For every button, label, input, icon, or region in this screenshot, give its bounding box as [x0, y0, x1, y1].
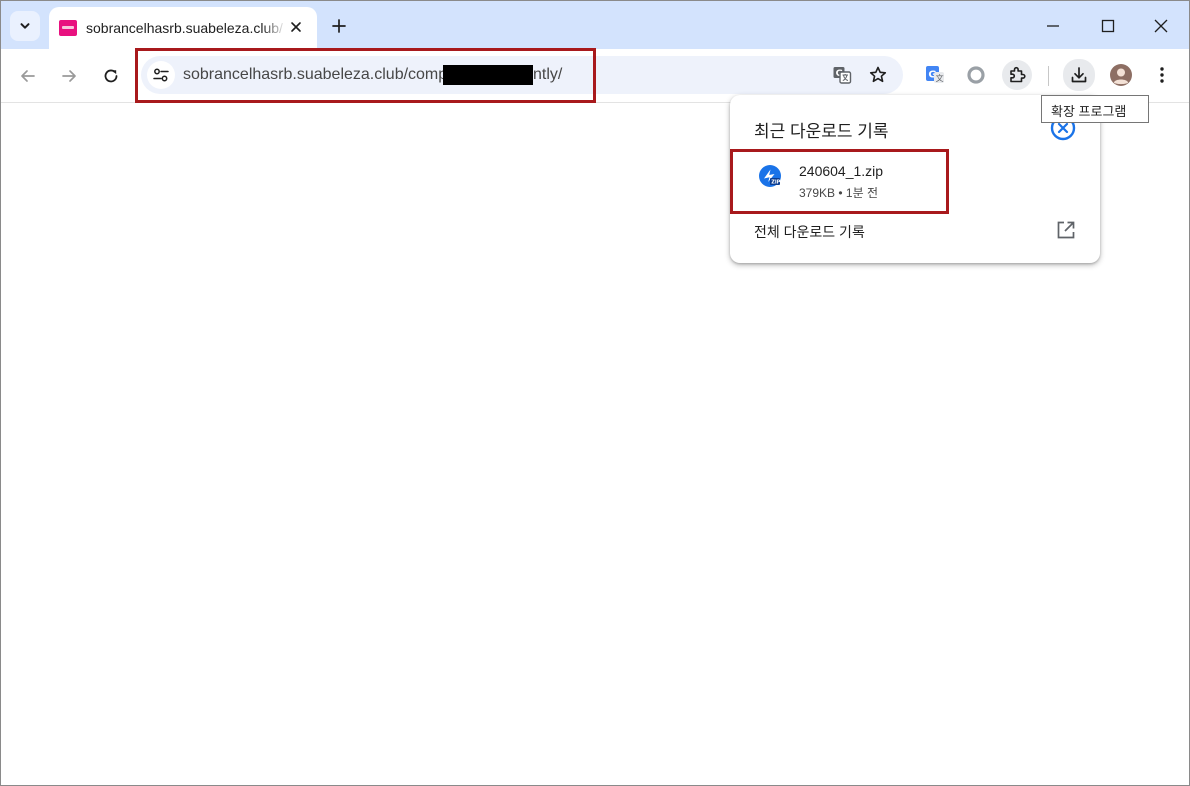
new-tab-button[interactable] — [326, 13, 352, 39]
downloads-bubble-title: 최근 다운로드 기록 — [754, 122, 889, 141]
tab-close-button[interactable] — [286, 17, 306, 37]
tab-title: sobrancelhasrb.suabeleza.club/ — [86, 20, 283, 36]
chevron-down-icon — [20, 23, 30, 29]
minimize-icon — [1047, 25, 1059, 27]
translate-button[interactable]: G — [827, 60, 857, 90]
download-icon — [1071, 67, 1087, 83]
toolbar-tooltip: 확장 프로그램 — [1041, 95, 1149, 123]
browser-window: sobrancelhasrb.suabeleza.club/ sobrancel… — [0, 0, 1190, 786]
svg-text:文: 文 — [936, 73, 944, 83]
full-download-history-link[interactable]: 전체 다운로드 기록 — [754, 222, 865, 242]
tab-strip: sobrancelhasrb.suabeleza.club/ — [1, 1, 1189, 49]
extensions-puzzle-icon — [1010, 66, 1026, 83]
back-button[interactable] — [14, 62, 42, 90]
maximize-icon — [1101, 19, 1115, 33]
close-icon — [1154, 19, 1168, 33]
translate-icon: G — [833, 67, 852, 84]
bookmark-button[interactable] — [863, 60, 893, 90]
google-translate-extension-icon: G 文 — [926, 66, 944, 83]
minimize-button[interactable] — [1038, 13, 1068, 39]
reload-icon — [104, 69, 118, 83]
profile-avatar-icon — [1110, 64, 1132, 86]
forward-button[interactable] — [55, 62, 83, 90]
maximize-button[interactable] — [1093, 13, 1123, 39]
address-bar-highlight-box — [135, 48, 596, 103]
menu-button[interactable] — [1147, 60, 1177, 90]
google-translate-extension-button[interactable]: G 文 — [920, 60, 950, 90]
window-close-button[interactable] — [1146, 13, 1176, 39]
download-button[interactable] — [1063, 59, 1095, 91]
download-item-highlight-box — [730, 149, 949, 214]
tab-search-button[interactable] — [10, 11, 40, 41]
back-icon — [21, 70, 35, 82]
reload-button[interactable] — [97, 62, 125, 90]
profile-button[interactable] — [1106, 60, 1136, 90]
open-in-new-icon — [1057, 221, 1075, 239]
close-icon — [291, 22, 301, 32]
tab-active[interactable]: sobrancelhasrb.suabeleza.club/ — [49, 7, 317, 49]
extensions-button[interactable] — [1002, 60, 1032, 90]
site-favicon — [59, 20, 77, 36]
open-full-history-button[interactable] — [1055, 219, 1077, 241]
menu-dots-icon — [1160, 67, 1164, 83]
toolbar-separator — [1048, 66, 1049, 86]
extension-circle-button[interactable] — [961, 60, 991, 90]
extension-circle-icon — [967, 66, 985, 84]
forward-icon — [62, 70, 76, 82]
bookmark-star-icon — [869, 66, 887, 83]
plus-icon — [332, 19, 346, 33]
